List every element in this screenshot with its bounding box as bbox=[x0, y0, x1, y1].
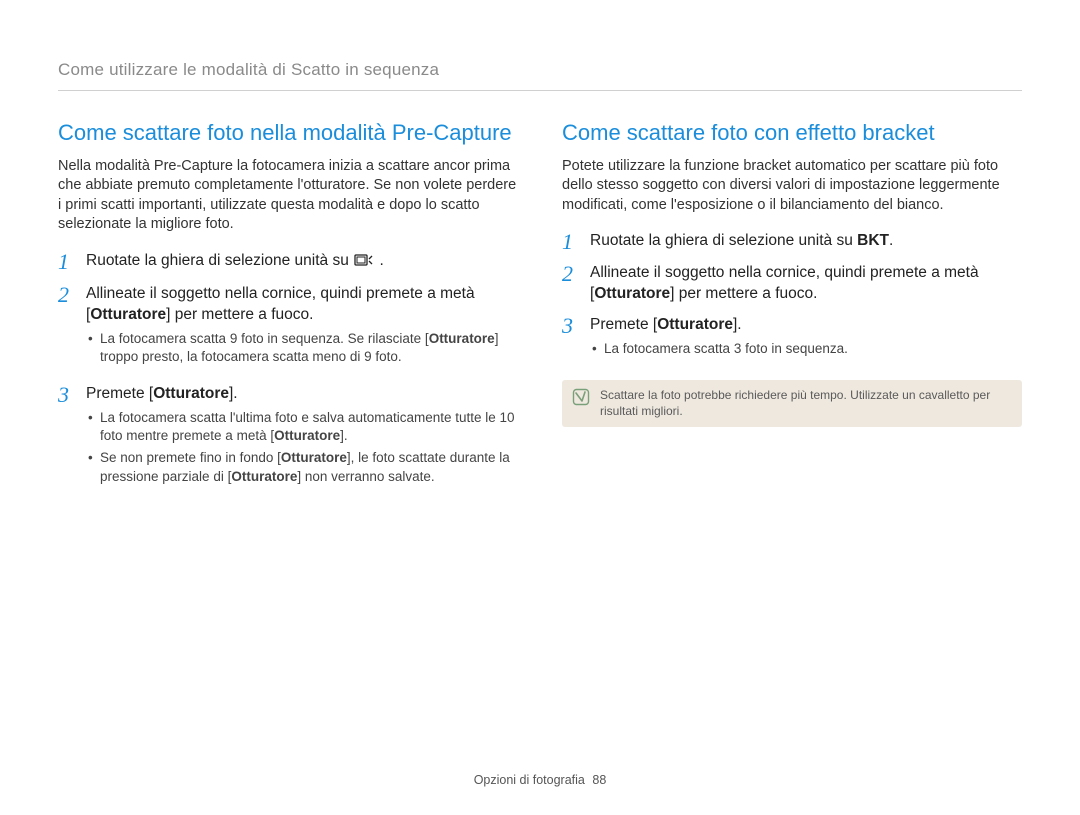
step-number: 2 bbox=[58, 284, 76, 374]
step2-sublist: La fotocamera scatta 9 foto in sequenza.… bbox=[86, 330, 518, 366]
step-body: Allineate il soggetto nella cornice, qui… bbox=[86, 284, 518, 374]
step-text-post: . bbox=[379, 252, 383, 269]
page-footer: Opzioni di fotografia 88 bbox=[0, 773, 1080, 787]
text: Premete [ bbox=[86, 385, 153, 402]
step-body: Allineate il soggetto nella cornice, qui… bbox=[590, 263, 1022, 305]
step-3: 3 Premete [Otturatore]. La fotocamera sc… bbox=[58, 384, 518, 494]
left-column: Come scattare foto nella modalità Pre-Ca… bbox=[58, 119, 518, 504]
shutter-label: Otturatore bbox=[274, 428, 340, 443]
step-body: Ruotate la ghiera di selezione unità su … bbox=[86, 251, 518, 274]
manual-page: Come utilizzare le modalità di Scatto in… bbox=[0, 0, 1080, 815]
step-number: 2 bbox=[562, 263, 580, 305]
step-number: 1 bbox=[562, 231, 580, 253]
text: Ruotate la ghiera di selezione unità su bbox=[590, 232, 857, 249]
shutter-label: Otturatore bbox=[153, 385, 229, 402]
step-1: 1 Ruotate la ghiera di selezione unità s… bbox=[58, 251, 518, 274]
text: ] non verranno salvate. bbox=[297, 469, 434, 484]
step-number: 1 bbox=[58, 251, 76, 274]
shutter-label: Otturatore bbox=[281, 450, 347, 465]
step-3: 3 Premete [Otturatore]. La fotocamera sc… bbox=[562, 315, 1022, 366]
text: La fotocamera scatta 9 foto in sequenza.… bbox=[100, 331, 429, 346]
text: ] per mettere a fuoco. bbox=[166, 306, 313, 323]
section-title-bracket: Come scattare foto con effetto bracket bbox=[562, 119, 1022, 147]
step-body: Premete [Otturatore]. La fotocamera scat… bbox=[86, 384, 518, 494]
step-body: Ruotate la ghiera di selezione unità su … bbox=[590, 231, 1022, 253]
text: . bbox=[889, 232, 893, 249]
list-item: La fotocamera scatta 3 foto in sequenza. bbox=[590, 340, 1022, 358]
step3-sublist: La fotocamera scatta 3 foto in sequenza. bbox=[590, 340, 1022, 358]
list-item: La fotocamera scatta 9 foto in sequenza.… bbox=[86, 330, 518, 366]
list-item: La fotocamera scatta l'ultima foto e sal… bbox=[86, 409, 518, 445]
shutter-label: Otturatore bbox=[657, 316, 733, 333]
step-number: 3 bbox=[562, 315, 580, 366]
right-column: Come scattare foto con effetto bracket P… bbox=[562, 119, 1022, 504]
shutter-label: Otturatore bbox=[90, 306, 166, 323]
precapture-mode-icon bbox=[354, 253, 374, 274]
note-icon bbox=[572, 388, 590, 406]
note-box: Scattare la foto potrebbe richiedere più… bbox=[562, 380, 1022, 427]
text: ]. bbox=[340, 428, 348, 443]
step-2: 2 Allineate il soggetto nella cornice, q… bbox=[562, 263, 1022, 305]
step3-sublist: La fotocamera scatta l'ultima foto e sal… bbox=[86, 409, 518, 486]
text: Premete [ bbox=[590, 316, 657, 333]
step-1: 1 Ruotate la ghiera di selezione unità s… bbox=[562, 231, 1022, 253]
shutter-label: Otturatore bbox=[429, 331, 495, 346]
text: Se non premete fino in fondo [ bbox=[100, 450, 281, 465]
footer-section: Opzioni di fotografia bbox=[474, 773, 585, 787]
text: ] per mettere a fuoco. bbox=[670, 285, 817, 302]
step-text-pre: Ruotate la ghiera di selezione unità su bbox=[86, 252, 353, 269]
shutter-label: Otturatore bbox=[594, 285, 670, 302]
intro-bracket: Potete utilizzare la funzione bracket au… bbox=[562, 157, 1022, 216]
step-2: 2 Allineate il soggetto nella cornice, q… bbox=[58, 284, 518, 374]
content-columns: Come scattare foto nella modalità Pre-Ca… bbox=[58, 119, 1022, 504]
list-item: Se non premete fino in fondo [Otturatore… bbox=[86, 449, 518, 485]
step-body: Premete [Otturatore]. La fotocamera scat… bbox=[590, 315, 1022, 366]
step-number: 3 bbox=[58, 384, 76, 494]
note-text: Scattare la foto potrebbe richiedere più… bbox=[600, 388, 1012, 419]
text: ]. bbox=[229, 385, 238, 402]
page-number: 88 bbox=[592, 773, 606, 787]
page-header: Come utilizzare le modalità di Scatto in… bbox=[58, 60, 1022, 91]
text: ]. bbox=[733, 316, 742, 333]
intro-precapture: Nella modalità Pre-Capture la fotocamera… bbox=[58, 157, 518, 235]
shutter-label: Otturatore bbox=[231, 469, 297, 484]
bkt-label: BKT bbox=[857, 232, 889, 249]
section-title-precapture: Come scattare foto nella modalità Pre-Ca… bbox=[58, 119, 518, 147]
